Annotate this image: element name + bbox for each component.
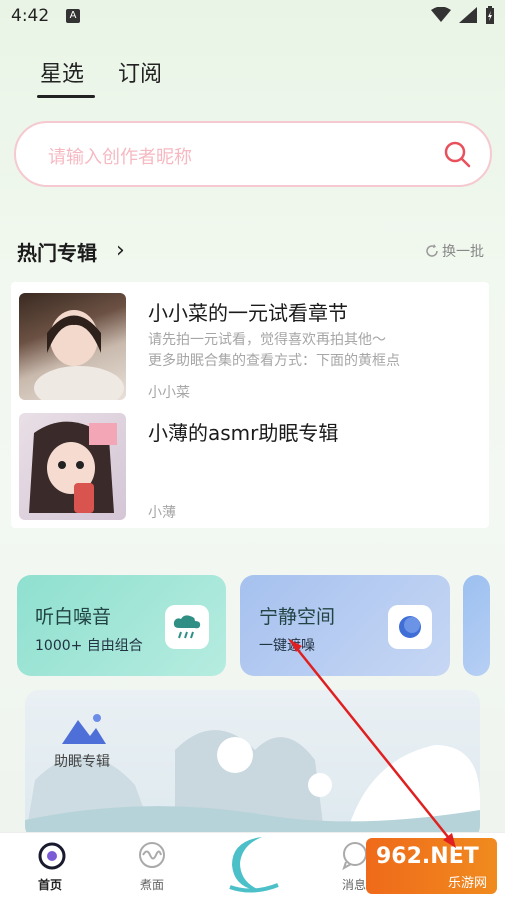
red-arrow-annotation (289, 639, 456, 848)
